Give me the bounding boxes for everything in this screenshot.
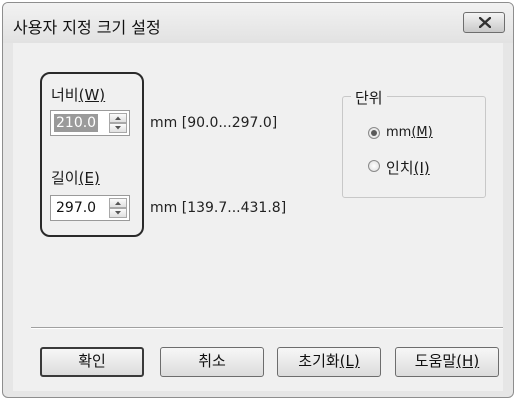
length-mnemonic: (E) xyxy=(78,169,100,187)
inch-text: 인치 xyxy=(386,159,414,177)
ok-button[interactable]: 확인 xyxy=(40,347,144,377)
mm-mnemonic: (M) xyxy=(411,125,433,140)
down-arrow-icon xyxy=(115,126,121,130)
mm-text: mm xyxy=(386,125,412,140)
length-label: 길이(E) xyxy=(51,167,100,188)
unit-groupbox xyxy=(342,96,486,198)
radio-button-checked[interactable] xyxy=(368,127,380,139)
length-spinbox[interactable]: 297.0 xyxy=(50,195,130,221)
reset-mnemonic: (L) xyxy=(339,352,360,370)
width-spinbox[interactable]: 210.0 xyxy=(50,110,130,136)
up-arrow-icon xyxy=(115,116,121,120)
width-increment-button[interactable] xyxy=(109,113,127,123)
help-mnemonic: (H) xyxy=(456,352,480,370)
length-increment-button[interactable] xyxy=(109,198,127,208)
down-arrow-icon xyxy=(115,211,121,215)
custom-size-dialog: 사용자 지정 크기 설정 너비(W) 210.0 mm [90.0...297.… xyxy=(2,2,514,398)
length-input[interactable]: 297.0 xyxy=(54,199,98,217)
length-spin-buttons xyxy=(109,198,127,218)
cancel-button[interactable]: 취소 xyxy=(160,347,264,377)
unit-option-mm-label: mm(M) xyxy=(386,125,433,140)
reset-button-label: 초기화 xyxy=(298,352,340,370)
length-decrement-button[interactable] xyxy=(109,208,127,218)
width-range: mm [90.0...297.0] xyxy=(150,115,278,131)
unit-legend: 단위 xyxy=(351,87,387,108)
separator-line xyxy=(31,327,503,329)
radio-button-unchecked[interactable] xyxy=(368,160,380,172)
close-button[interactable] xyxy=(463,12,505,33)
reset-button[interactable]: 초기화(L) xyxy=(277,347,381,377)
width-input[interactable]: 210.0 xyxy=(54,114,99,132)
dialog-title: 사용자 지정 크기 설정 xyxy=(13,18,161,37)
width-mnemonic: (W) xyxy=(78,86,106,104)
title-bar[interactable]: 사용자 지정 크기 설정 xyxy=(3,3,513,43)
help-button[interactable]: 도움말(H) xyxy=(395,347,499,377)
length-range: mm [139.7...431.8] xyxy=(150,200,287,216)
inch-mnemonic: (I) xyxy=(413,159,430,177)
width-label-text: 너비 xyxy=(51,86,79,104)
help-button-label: 도움말 xyxy=(414,352,457,370)
up-arrow-icon xyxy=(115,201,121,205)
width-decrement-button[interactable] xyxy=(109,123,127,133)
close-icon xyxy=(479,17,491,28)
length-label-text: 길이 xyxy=(51,169,79,187)
dialog-body: 너비(W) 210.0 mm [90.0...297.0] 길이(E) 297.… xyxy=(13,43,503,391)
width-label: 너비(W) xyxy=(51,84,105,105)
unit-option-inch-label: 인치(I) xyxy=(386,157,430,178)
width-spin-buttons xyxy=(109,113,127,133)
